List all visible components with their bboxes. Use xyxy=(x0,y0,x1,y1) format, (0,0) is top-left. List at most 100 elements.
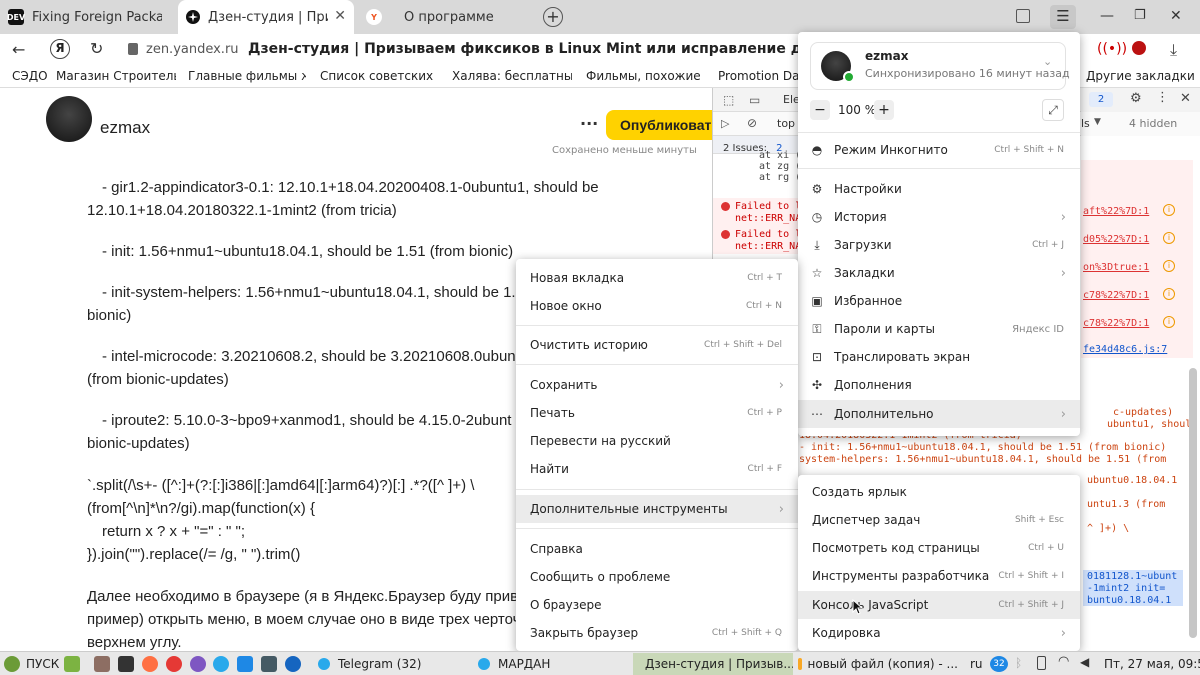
app-launcher-icon[interactable] xyxy=(237,656,253,672)
wifi-icon[interactable]: ◠ xyxy=(1058,654,1069,669)
clear-console-icon[interactable]: ⊘ xyxy=(747,116,757,130)
insight-icon[interactable]: i xyxy=(1163,288,1175,300)
menu-item-extensions[interactable]: ✣ Дополнения xyxy=(798,371,1080,399)
levels-select[interactable]: ls xyxy=(1081,117,1090,130)
download-arrow-icon[interactable]: ⤓ xyxy=(1170,40,1177,60)
menu-item-close-browser[interactable]: Закрыть браузер Ctrl + Shift + Q xyxy=(516,619,798,647)
keyboard-layout[interactable]: ru xyxy=(970,655,983,673)
back-arrow-icon[interactable]: ← xyxy=(12,40,25,59)
menu-item-translate[interactable]: Перевести на русский xyxy=(516,427,798,455)
firefox-icon[interactable] xyxy=(142,656,158,672)
error-source-link[interactable]: on%3Dtrue:1 xyxy=(1083,262,1149,273)
volume-icon[interactable]: ◀ xyxy=(1080,655,1089,669)
menu-item-create-shortcut[interactable]: Создать ярлык xyxy=(798,478,1080,506)
telegram-launcher-icon[interactable] xyxy=(213,656,229,672)
opera-icon[interactable] xyxy=(166,656,182,672)
menu-item-js-console[interactable]: Консоль JavaScript Ctrl + Shift + J xyxy=(798,591,1080,619)
insight-icon[interactable]: i xyxy=(1163,260,1175,272)
devtools-settings-icon[interactable]: ⚙ xyxy=(1130,91,1142,106)
tab-zen-studio[interactable]: Дзен-студия | Призыва ✕ xyxy=(178,0,354,34)
viber-icon[interactable] xyxy=(190,656,206,672)
error-source-link[interactable]: c78%22%7D:1 xyxy=(1083,318,1149,329)
author-name[interactable]: ezmax xyxy=(100,118,150,138)
menu-item-help[interactable]: Справка xyxy=(516,535,798,563)
terminal-icon[interactable] xyxy=(118,656,134,672)
window-close-button[interactable]: ✕ xyxy=(1170,8,1182,24)
signal-icon[interactable]: ((•)) xyxy=(1097,41,1127,57)
error-source-link[interactable]: aft%22%7D:1 xyxy=(1083,206,1149,217)
collections-icon[interactable] xyxy=(1016,9,1030,23)
bookmark-item[interactable]: Магазин Строитель xyxy=(56,69,176,83)
taskbar-mardan[interactable]: МАРДАН xyxy=(478,655,628,673)
menu-item-favorites[interactable]: ▣ Избранное xyxy=(798,287,1080,315)
other-bookmarks[interactable]: Другие закладки xyxy=(1086,69,1195,83)
taskbar-zen-studio[interactable]: Дзен-студия | Призыв... xyxy=(633,653,793,675)
bookmark-item[interactable]: СЭДО xyxy=(12,69,48,83)
bookmark-item[interactable]: Список советских игр xyxy=(320,69,438,83)
devtools-more-icon[interactable]: ⋮ xyxy=(1156,90,1169,105)
app-launcher-icon[interactable] xyxy=(285,656,301,672)
menu-item-more-tools[interactable]: Дополнительные инструменты › xyxy=(516,495,798,523)
menu-item-new-tab[interactable]: Новая вкладка Ctrl + T xyxy=(516,264,798,292)
bug-icon[interactable] xyxy=(1132,41,1146,55)
folder-icon[interactable] xyxy=(94,656,110,672)
publish-button[interactable]: Опубликовать xyxy=(606,110,712,140)
lock-icon[interactable] xyxy=(128,43,138,55)
menu-item-save[interactable]: Сохранить › xyxy=(516,371,798,399)
issues-badge[interactable]: 2 xyxy=(1089,92,1113,107)
menu-item-report[interactable]: Сообщить о проблеме xyxy=(516,563,798,591)
menu-item-incognito[interactable]: ◓ Режим Инкогнито Ctrl + Shift + N xyxy=(798,136,1080,164)
bookmark-item[interactable]: Promotion Dan xyxy=(718,69,798,83)
context-select[interactable]: top xyxy=(777,117,795,130)
menu-item-print[interactable]: Печать Ctrl + P xyxy=(516,399,798,427)
menu-item-history[interactable]: ◷ История › xyxy=(798,203,1080,231)
menu-hamburger-button[interactable]: ☰ xyxy=(1050,5,1076,29)
chevron-down-icon[interactable]: ⌄ xyxy=(1043,55,1052,68)
bookmark-item[interactable]: Главные фильмы жан xyxy=(188,69,306,83)
avatar[interactable] xyxy=(46,96,92,142)
menu-item-clear-history[interactable]: Очистить историю Ctrl + Shift + Del xyxy=(516,331,798,359)
fullscreen-icon[interactable]: ⤢ xyxy=(1042,99,1064,121)
new-tab-button[interactable]: + xyxy=(543,7,563,27)
menu-item-about[interactable]: О браузере xyxy=(516,591,798,619)
insight-icon[interactable]: i xyxy=(1163,232,1175,244)
menu-item-new-window[interactable]: Новое окно Ctrl + N xyxy=(516,292,798,320)
menu-item-passwords[interactable]: ⚿ Пароли и карты Яндекс ID xyxy=(798,315,1080,343)
sidebar-toggle-icon[interactable]: ▷ xyxy=(721,117,729,130)
bluetooth-icon[interactable]: ᛒ xyxy=(1015,656,1022,670)
menu-item-bookmarks[interactable]: ☆ Закладки › xyxy=(798,259,1080,287)
desktop-icon[interactable] xyxy=(64,656,80,672)
menu-item-find[interactable]: Найти Ctrl + F xyxy=(516,455,798,483)
url-domain[interactable]: zen.yandex.ru xyxy=(146,42,239,57)
start-button[interactable]: ПУСК xyxy=(4,655,59,673)
menu-item-settings[interactable]: ⚙ Настройки xyxy=(798,175,1080,203)
menu-item-downloads[interactable]: ⤓ Загрузки Ctrl + J xyxy=(798,231,1080,259)
app-launcher-icon[interactable] xyxy=(261,656,277,672)
bookmark-item[interactable]: Халява: бесплатные р xyxy=(452,69,572,83)
menu-item-task-manager[interactable]: Диспетчер задач Shift + Esc xyxy=(798,506,1080,534)
clock[interactable]: Пт, 27 мая, 09:58 xyxy=(1104,655,1200,673)
devtools-close-icon[interactable]: ✕ xyxy=(1180,91,1191,106)
menu-item-encoding[interactable]: Кодировка › xyxy=(798,619,1080,647)
menu-item-view-source[interactable]: Посмотреть код страницы Ctrl + U xyxy=(798,534,1080,562)
insight-icon[interactable]: i xyxy=(1163,316,1175,328)
menu-item-cast[interactable]: ⊡ Транслировать экран xyxy=(798,343,1080,371)
taskbar-telegram[interactable]: Telegram (32) xyxy=(318,655,468,673)
zoom-out-button[interactable]: − xyxy=(810,100,830,120)
device-icon[interactable]: ▭ xyxy=(749,93,760,107)
taskbar-text-editor[interactable]: новый файл (копия) - ... xyxy=(798,655,958,673)
tab-about[interactable]: Y О программе xyxy=(358,0,530,34)
zoom-in-button[interactable]: + xyxy=(874,100,894,120)
close-icon[interactable]: ✕ xyxy=(334,8,346,24)
insight-icon[interactable]: i xyxy=(1163,204,1175,216)
bookmark-item[interactable]: Фильмы, похожие на xyxy=(586,69,704,83)
reload-icon[interactable]: ↻ xyxy=(90,39,103,58)
maximize-button[interactable]: ❐ xyxy=(1134,8,1146,23)
minimize-button[interactable]: — xyxy=(1100,8,1114,24)
scrollbar[interactable] xyxy=(1189,368,1197,638)
tray-badge[interactable]: 32 xyxy=(990,656,1008,672)
yandex-logo-icon[interactable]: Я xyxy=(50,39,70,59)
error-source-link[interactable]: d05%22%7D:1 xyxy=(1083,234,1149,245)
error-source-link[interactable]: c78%22%7D:1 xyxy=(1083,290,1149,301)
tab-fixing[interactable]: DEV Fixing Foreign Package D xyxy=(0,0,172,34)
